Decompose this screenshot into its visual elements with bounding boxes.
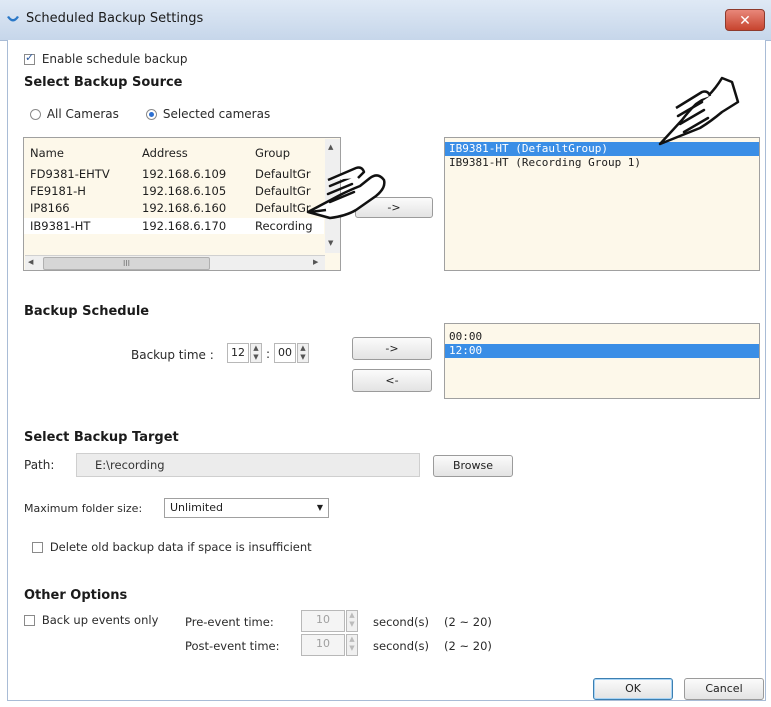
enable-schedule-label: Enable schedule backup <box>41 52 188 66</box>
cell-name: IP8166 <box>30 201 70 215</box>
path-label: Path: <box>24 458 55 472</box>
max-size-label: Maximum folder size: <box>24 502 143 515</box>
backup-target-title: Select Backup Target <box>24 430 179 445</box>
selected-cameras-list[interactable]: IB9381-HT (DefaultGroup) IB9381-HT (Reco… <box>444 137 760 271</box>
browse-button[interactable]: Browse <box>433 455 513 477</box>
pre-event-spinner[interactable]: ▲ ▼ <box>346 610 358 632</box>
title-bar: Scheduled Backup Settings ✕ <box>0 0 771 41</box>
events-only-row[interactable]: Back up events only <box>24 613 158 627</box>
post-event-unit: second(s) <box>373 639 429 653</box>
remove-time-button[interactable]: <- <box>352 369 432 392</box>
enable-schedule-checkbox[interactable] <box>24 51 35 65</box>
app-icon <box>7 16 19 22</box>
cell-address: 192.168.6.109 <box>142 167 227 181</box>
delete-old-row[interactable]: Delete old backup data if space is insuf… <box>32 540 312 554</box>
cell-address: 192.168.6.170 <box>142 219 227 233</box>
pre-event-input[interactable]: 10 <box>301 610 345 632</box>
radio-all-icon[interactable] <box>30 109 41 120</box>
cell-name: FD9381-EHTV <box>30 167 110 181</box>
cancel-button[interactable]: Cancel <box>684 678 764 700</box>
cell-name: IB9381-HT <box>30 219 91 233</box>
minute-input[interactable]: 00 <box>274 343 296 363</box>
scroll-down-icon[interactable]: ▼ <box>328 239 333 247</box>
table-row[interactable]: FE9181-H 192.168.6.105 DefaultGr <box>24 183 324 199</box>
radio-selected-label: Selected cameras <box>162 107 271 121</box>
scroll-thumb[interactable]: III <box>43 257 210 270</box>
max-size-value: Unlimited <box>170 501 223 514</box>
post-event-range: (2 ~ 20) <box>444 639 492 653</box>
radio-selected-cameras[interactable]: Selected cameras <box>146 107 270 121</box>
pre-event-range: (2 ~ 20) <box>444 615 492 629</box>
header-name[interactable]: Name <box>30 145 140 161</box>
chevron-down-icon: ▼ <box>316 503 323 512</box>
post-event-spinner[interactable]: ▲ ▼ <box>346 634 358 656</box>
delete-old-label: Delete old backup data if space is insuf… <box>49 540 312 554</box>
pointing-hand-icon <box>658 76 740 146</box>
backup-time-label: Backup time : <box>131 348 214 362</box>
table-row[interactable]: IP8166 192.168.6.160 DefaultGr <box>24 200 324 216</box>
delete-old-checkbox[interactable] <box>32 542 43 553</box>
scroll-right-icon[interactable]: ▶ <box>313 258 318 266</box>
add-time-button[interactable]: -> <box>352 337 432 360</box>
post-event-input[interactable]: 10 <box>301 634 345 656</box>
table-row[interactable]: FD9381-EHTV 192.168.6.109 DefaultGr <box>24 166 324 182</box>
radio-selected-icon[interactable] <box>146 109 157 120</box>
backup-schedule-title: Backup Schedule <box>24 304 150 319</box>
list-item[interactable]: IB9381-HT (Recording Group 1) <box>445 156 759 170</box>
hour-spinner[interactable]: ▲ ▼ <box>250 343 262 363</box>
schedule-times-list[interactable]: 00:00 12:00 <box>444 323 760 399</box>
cell-address: 192.168.6.160 <box>142 201 227 215</box>
events-only-checkbox[interactable] <box>24 615 35 626</box>
enable-schedule-row[interactable]: Enable schedule backup <box>24 51 188 66</box>
path-field[interactable]: E:\recording <box>76 453 420 477</box>
radio-all-cameras[interactable]: All Cameras <box>30 107 119 121</box>
window-title: Scheduled Backup Settings <box>26 11 204 26</box>
close-button[interactable]: ✕ <box>725 9 765 31</box>
other-options-title: Other Options <box>24 588 128 603</box>
radio-all-label: All Cameras <box>46 107 119 121</box>
header-address[interactable]: Address <box>142 145 252 161</box>
cell-name: FE9181-H <box>30 184 86 198</box>
table-row[interactable]: IB9381-HT 192.168.6.170 Recording <box>24 218 324 234</box>
pre-event-unit: second(s) <box>373 615 429 629</box>
list-item[interactable]: 00:00 <box>445 330 759 344</box>
backup-source-title: Select Backup Source <box>24 75 183 90</box>
max-size-select[interactable]: Unlimited ▼ <box>164 498 329 518</box>
pre-event-label: Pre-event time: <box>185 615 274 629</box>
camera-table[interactable]: Name Address Group FD9381-EHTV 192.168.6… <box>23 137 341 271</box>
minute-spinner[interactable]: ▲ ▼ <box>297 343 309 363</box>
cell-address: 192.168.6.105 <box>142 184 227 198</box>
pointing-hand-icon <box>306 166 386 220</box>
scroll-left-icon[interactable]: ◀ <box>28 258 33 266</box>
post-event-label: Post-event time: <box>185 639 280 653</box>
list-item[interactable]: 12:00 <box>445 344 759 358</box>
ok-button[interactable]: OK <box>593 678 673 700</box>
table-header: Name Address Group <box>24 145 324 161</box>
time-separator: : <box>266 347 271 361</box>
events-only-label: Back up events only <box>41 613 159 627</box>
hour-input[interactable]: 12 <box>227 343 249 363</box>
table-horizontal-scrollbar[interactable]: ◀ III ▶ <box>25 255 325 270</box>
